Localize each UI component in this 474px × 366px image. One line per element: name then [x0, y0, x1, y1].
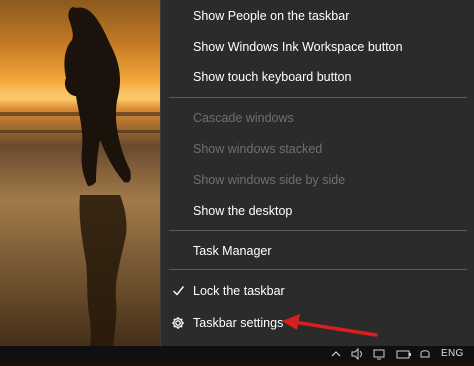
menu-separator — [169, 269, 467, 270]
notification-icon[interactable] — [418, 347, 432, 366]
menu-item-label: Show People on the taskbar — [193, 8, 350, 23]
menu-item-taskbar-settings[interactable]: Taskbar settings — [161, 307, 474, 338]
language-indicator[interactable]: ENG — [441, 348, 464, 359]
menu-item-label: Taskbar settings — [193, 315, 284, 330]
network-icon[interactable] — [372, 347, 386, 366]
battery-icon[interactable] — [396, 347, 412, 366]
menu-item-task-manager[interactable]: Task Manager — [161, 235, 474, 266]
menu-item-label: Show Windows Ink Workspace button — [193, 39, 403, 54]
menu-item-label: Lock the taskbar — [193, 283, 285, 298]
menu-item-show-touch-keyboard[interactable]: Show touch keyboard button — [161, 61, 474, 92]
menu-item-label: Task Manager — [193, 243, 272, 258]
taskbar-context-menu: Show People on the taskbar Show Windows … — [160, 0, 474, 346]
menu-item-label: Show windows stacked — [193, 141, 323, 156]
menu-item-label: Cascade windows — [193, 110, 294, 125]
gear-icon — [169, 307, 187, 338]
menu-item-label: Show touch keyboard button — [193, 69, 352, 84]
menu-item-show-people[interactable]: Show People on the taskbar — [161, 0, 474, 31]
menu-item-label: Show the desktop — [193, 203, 293, 218]
menu-item-show-desktop[interactable]: Show the desktop — [161, 195, 474, 226]
menu-item-show-windows-side-by-side: Show windows side by side — [161, 164, 474, 195]
menu-item-cascade-windows: Cascade windows — [161, 102, 474, 133]
menu-item-lock-taskbar[interactable]: Lock the taskbar — [161, 275, 474, 306]
menu-separator — [169, 97, 467, 98]
checkmark-icon — [169, 275, 187, 306]
menu-item-label: Show windows side by side — [193, 172, 346, 187]
speaker-icon[interactable] — [350, 347, 364, 366]
menu-separator — [169, 230, 467, 231]
menu-item-show-ink-workspace[interactable]: Show Windows Ink Workspace button — [161, 31, 474, 62]
chevron-up-icon[interactable] — [330, 347, 342, 366]
menu-item-show-windows-stacked: Show windows stacked — [161, 133, 474, 164]
